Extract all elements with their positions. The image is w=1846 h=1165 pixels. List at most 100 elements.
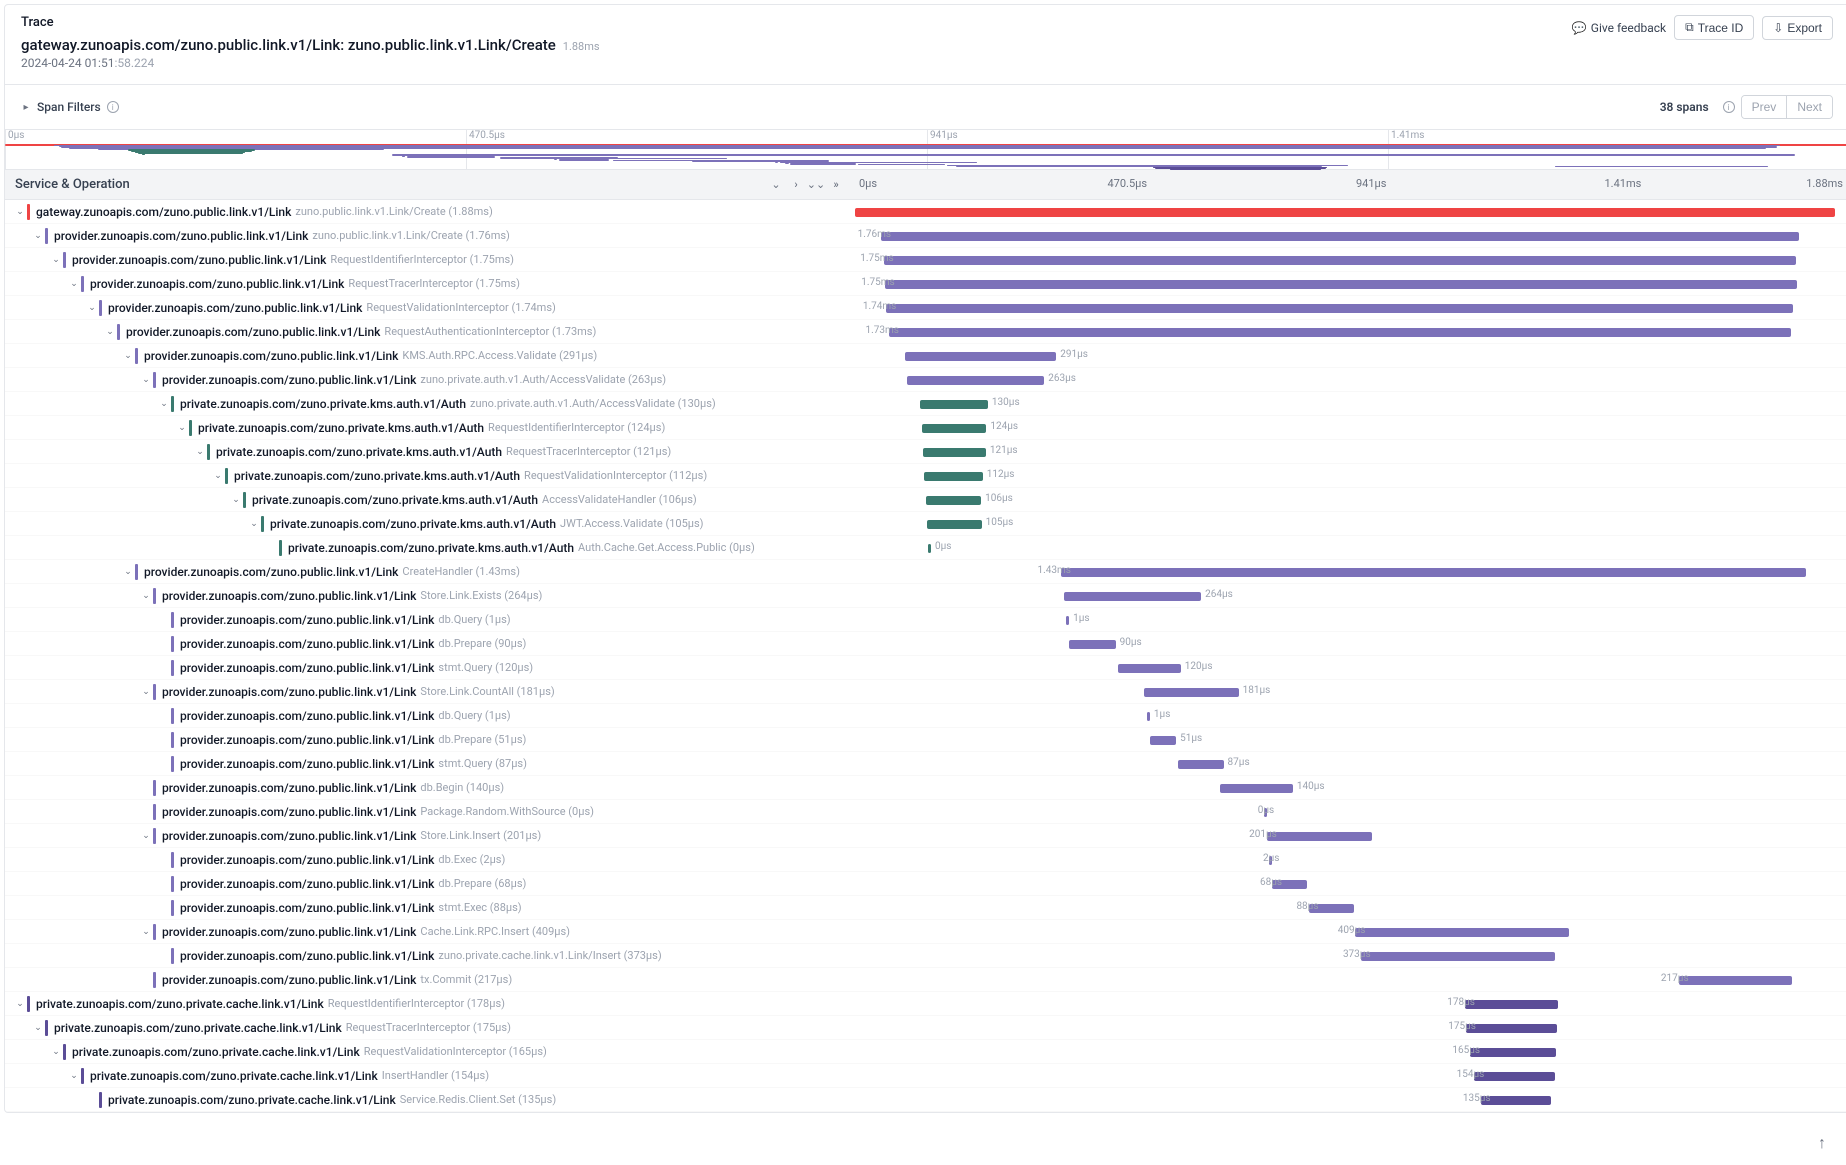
span-row[interactable]: ⌄provider.zunoapis.com/zuno.public.link.… (5, 824, 1846, 848)
span-bar[interactable] (885, 280, 1797, 289)
span-row[interactable]: ⌄provider.zunoapis.com/zuno.public.link.… (5, 584, 1846, 608)
chevron-down-icon[interactable]: ⌄ (121, 351, 135, 361)
span-row[interactable]: private.zunoapis.com/zuno.private.cache.… (5, 1088, 1846, 1112)
chevron-down-icon[interactable]: ⌄ (85, 303, 99, 313)
chevron-down-icon[interactable]: ⌄ (13, 999, 27, 1009)
span-bar[interactable] (884, 256, 1796, 265)
span-row[interactable]: ⌄provider.zunoapis.com/zuno.public.link.… (5, 680, 1846, 704)
span-bar[interactable] (889, 328, 1791, 337)
trace-id-button[interactable]: ⧉ Trace ID (1674, 15, 1754, 40)
span-bar[interactable] (907, 376, 1044, 385)
span-bar[interactable] (855, 208, 1835, 217)
span-row[interactable]: provider.zunoapis.com/zuno.public.link.v… (5, 728, 1846, 752)
span-bar[interactable] (1470, 1048, 1556, 1057)
next-button[interactable]: Next (1786, 96, 1832, 118)
span-row[interactable]: provider.zunoapis.com/zuno.public.link.v… (5, 656, 1846, 680)
chevron-down-icon[interactable]: ⌄ (139, 687, 153, 697)
span-row[interactable]: ⌄provider.zunoapis.com/zuno.public.link.… (5, 296, 1846, 320)
span-bar[interactable] (1355, 928, 1568, 937)
span-row[interactable]: provider.zunoapis.com/zuno.public.link.v… (5, 752, 1846, 776)
span-bar[interactable] (1069, 640, 1116, 649)
span-bar[interactable] (924, 472, 982, 481)
span-row[interactable]: private.zunoapis.com/zuno.private.kms.au… (5, 536, 1846, 560)
span-row[interactable]: provider.zunoapis.com/zuno.public.link.v… (5, 872, 1846, 896)
span-bar[interactable] (1118, 664, 1181, 673)
span-bar[interactable] (905, 352, 1057, 361)
span-row[interactable]: ⌄provider.zunoapis.com/zuno.public.link.… (5, 320, 1846, 344)
span-bar[interactable] (1465, 1000, 1558, 1009)
chevron-down-icon[interactable]: ⌄ (157, 399, 171, 409)
span-row[interactable]: ⌄private.zunoapis.com/zuno.private.cache… (5, 1016, 1846, 1040)
span-row[interactable]: ⌄provider.zunoapis.com/zuno.public.link.… (5, 920, 1846, 944)
span-row[interactable]: ⌄provider.zunoapis.com/zuno.public.link.… (5, 248, 1846, 272)
span-row[interactable]: provider.zunoapis.com/zuno.public.link.v… (5, 800, 1846, 824)
span-row[interactable]: provider.zunoapis.com/zuno.public.link.v… (5, 632, 1846, 656)
span-row[interactable]: ⌄private.zunoapis.com/zuno.private.kms.a… (5, 488, 1846, 512)
span-row[interactable]: ⌄private.zunoapis.com/zuno.private.kms.a… (5, 392, 1846, 416)
span-bar[interactable] (928, 544, 931, 553)
span-bar[interactable] (1220, 784, 1293, 793)
chevron-down-icon[interactable]: ⌄ (193, 447, 207, 457)
prev-button[interactable]: Prev (1742, 96, 1787, 118)
chevron-down-icon[interactable]: ⌄ (49, 1047, 63, 1057)
span-row[interactable]: ⌄private.zunoapis.com/zuno.private.cache… (5, 992, 1846, 1016)
chevron-down-icon[interactable]: ⌄ (13, 207, 27, 217)
span-bar[interactable] (1150, 736, 1177, 745)
info-icon[interactable]: i (107, 101, 119, 113)
span-bar[interactable] (1481, 1096, 1551, 1105)
span-row[interactable]: ⌄provider.zunoapis.com/zuno.public.link.… (5, 560, 1846, 584)
span-bar[interactable] (1474, 1072, 1554, 1081)
span-bar[interactable] (1064, 592, 1202, 601)
span-bar[interactable] (1144, 688, 1238, 697)
span-row[interactable]: ⌄private.zunoapis.com/zuno.private.kms.a… (5, 416, 1846, 440)
span-bar[interactable] (920, 400, 988, 409)
expand-all-icon[interactable]: » (827, 176, 845, 194)
minimap[interactable]: 0μs470.5μs941μs1.41ms1.88ms (5, 130, 1846, 170)
chevron-down-icon[interactable]: ⌄ (139, 375, 153, 385)
span-row[interactable]: ⌄provider.zunoapis.com/zuno.public.link.… (5, 344, 1846, 368)
span-filters-toggle[interactable]: ▸ Span Filters i (21, 100, 119, 114)
chevron-down-icon[interactable]: ⌄ (31, 231, 45, 241)
span-bar[interactable] (1267, 832, 1372, 841)
span-bar[interactable] (1147, 712, 1150, 721)
chevron-down-icon[interactable]: ⌄ (31, 1023, 45, 1033)
span-bar[interactable] (927, 520, 982, 529)
give-feedback-link[interactable]: 💬 Give feedback (1572, 21, 1666, 35)
info-icon[interactable]: i (1723, 101, 1735, 113)
span-bar[interactable] (881, 232, 1798, 241)
chevron-down-icon[interactable]: ⌄ (67, 1071, 81, 1081)
span-bar[interactable] (922, 424, 987, 433)
chevron-down-icon[interactable]: ⌄ (175, 423, 189, 433)
chevron-down-icon[interactable]: ⌄ (103, 327, 117, 337)
span-row[interactable]: ⌄private.zunoapis.com/zuno.private.kms.a… (5, 440, 1846, 464)
chevron-down-icon[interactable]: ⌄ (139, 927, 153, 937)
span-bar[interactable] (1466, 1024, 1557, 1033)
expand-one-icon[interactable]: › (787, 176, 805, 194)
span-row[interactable]: ⌄private.zunoapis.com/zuno.private.kms.a… (5, 512, 1846, 536)
span-row[interactable]: ⌄gateway.zunoapis.com/zuno.public.link.v… (5, 200, 1846, 224)
span-bar[interactable] (1066, 616, 1069, 625)
span-row[interactable]: provider.zunoapis.com/zuno.public.link.v… (5, 968, 1846, 992)
span-row[interactable]: provider.zunoapis.com/zuno.public.link.v… (5, 704, 1846, 728)
chevron-down-icon[interactable]: ⌄ (247, 519, 261, 529)
span-row[interactable]: provider.zunoapis.com/zuno.public.link.v… (5, 776, 1846, 800)
span-row[interactable]: provider.zunoapis.com/zuno.public.link.v… (5, 848, 1846, 872)
span-bar[interactable] (1361, 952, 1555, 961)
export-button[interactable]: ⇩ Export (1762, 16, 1833, 40)
span-bar[interactable] (1061, 568, 1806, 577)
span-row[interactable]: ⌄private.zunoapis.com/zuno.private.cache… (5, 1064, 1846, 1088)
span-row[interactable]: provider.zunoapis.com/zuno.public.link.v… (5, 896, 1846, 920)
span-row[interactable]: provider.zunoapis.com/zuno.public.link.v… (5, 944, 1846, 968)
chevron-down-icon[interactable]: ⌄ (211, 471, 225, 481)
chevron-down-icon[interactable]: ⌄ (229, 495, 243, 505)
span-row[interactable]: ⌄private.zunoapis.com/zuno.private.cache… (5, 1040, 1846, 1064)
span-row[interactable]: ⌄provider.zunoapis.com/zuno.public.link.… (5, 224, 1846, 248)
chevron-down-icon[interactable]: ⌄ (139, 831, 153, 841)
chevron-down-icon[interactable]: ⌄ (121, 567, 135, 577)
span-row[interactable]: provider.zunoapis.com/zuno.public.link.v… (5, 608, 1846, 632)
span-bar[interactable] (926, 496, 981, 505)
scroll-to-top-button[interactable]: ↑ (1818, 1133, 1826, 1153)
collapse-one-icon[interactable]: ⌄ (767, 176, 785, 194)
chevron-down-icon[interactable]: ⌄ (139, 591, 153, 601)
collapse-all-icon[interactable]: ⌄⌄ (807, 176, 825, 194)
